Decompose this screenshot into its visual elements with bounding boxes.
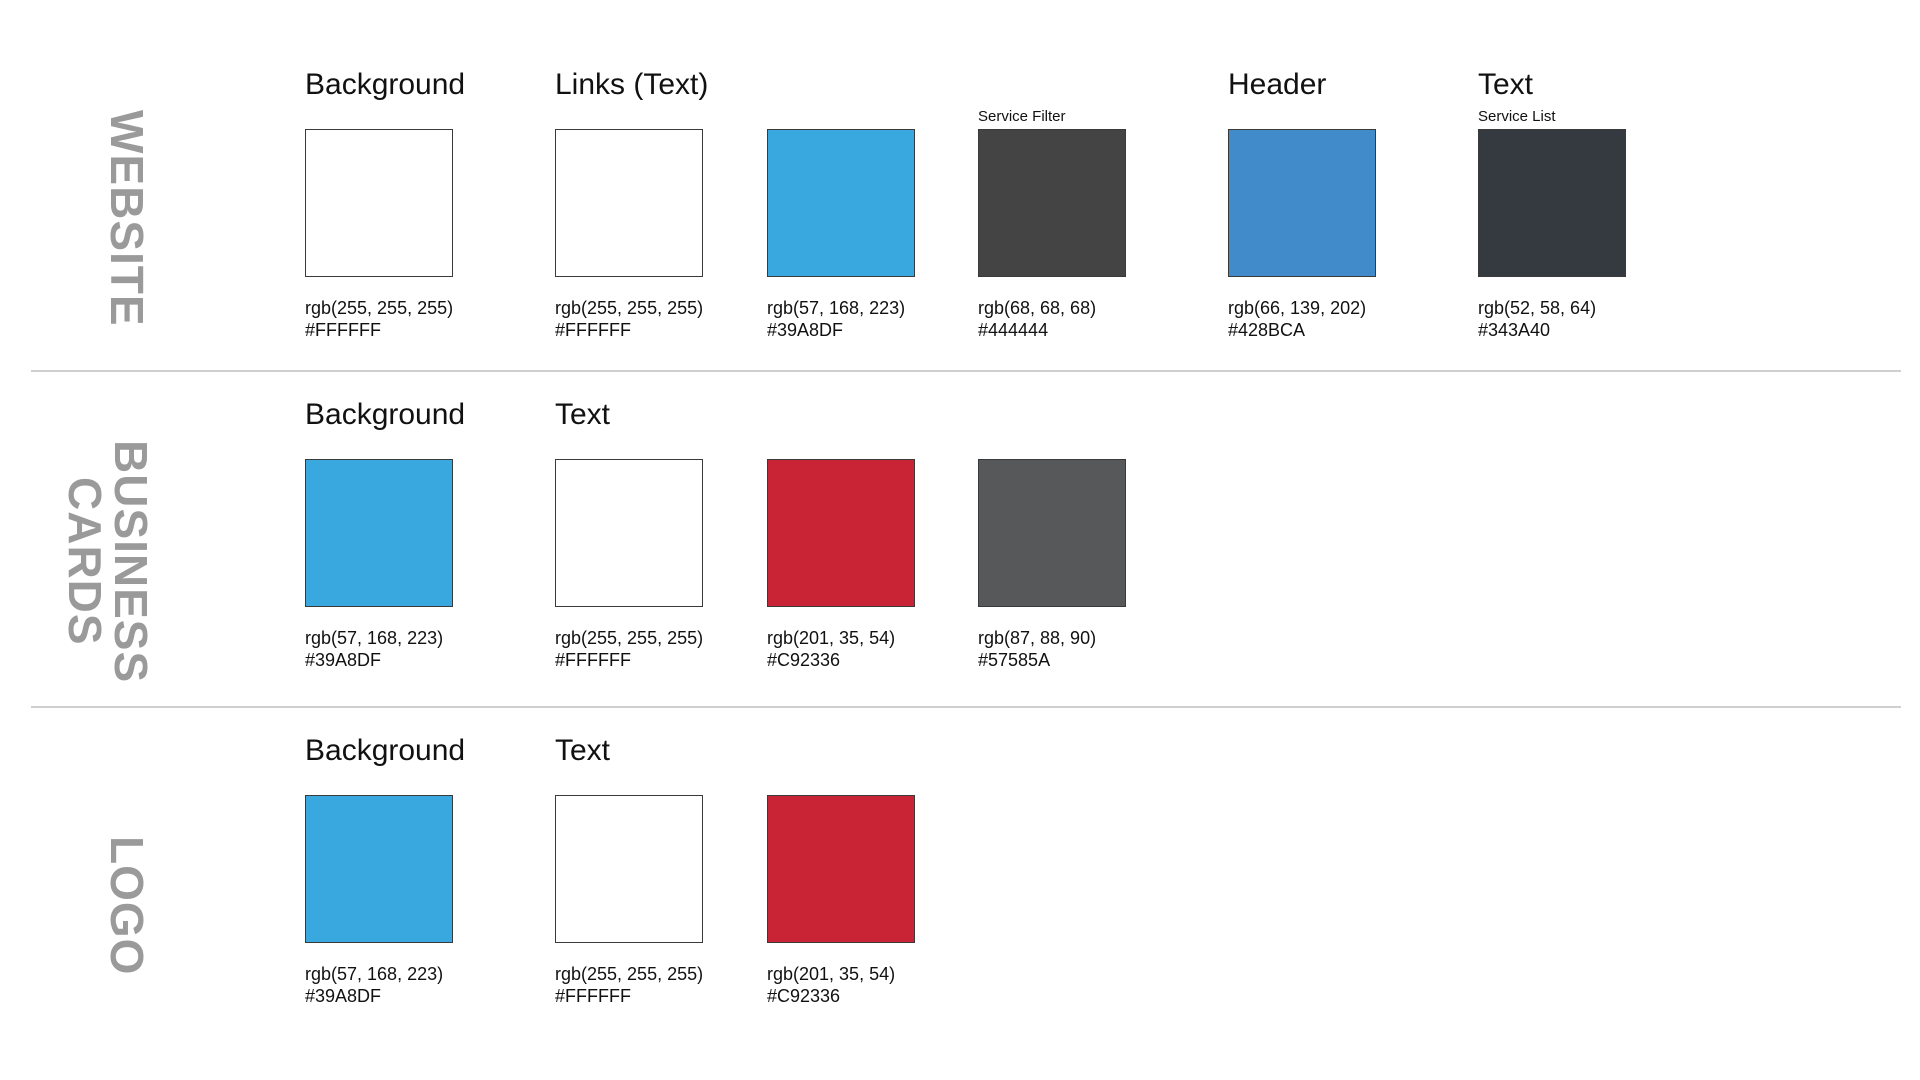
hex-value: #57585A bbox=[978, 650, 1051, 670]
color-swatch bbox=[305, 795, 453, 943]
color-swatch bbox=[1228, 129, 1376, 277]
color-codes: rgb(201, 35, 54) #C92336 bbox=[767, 627, 895, 671]
heading-background: Background bbox=[305, 68, 466, 101]
section-title-logo: LOGO bbox=[101, 836, 153, 976]
color-swatch bbox=[978, 459, 1126, 607]
color-codes: rgb(57, 168, 223) #39A8DF bbox=[767, 297, 905, 341]
heading-header: Header bbox=[1228, 68, 1327, 101]
color-swatch bbox=[555, 129, 703, 277]
hex-value: #444444 bbox=[978, 320, 1049, 340]
rgb-value: rgb(57, 168, 223) bbox=[767, 298, 906, 318]
hex-value: #C92336 bbox=[767, 650, 841, 670]
color-codes: rgb(66, 139, 202) #428BCA bbox=[1228, 297, 1366, 341]
rgb-value: rgb(68, 68, 68) bbox=[978, 298, 1097, 318]
hex-value: #428BCA bbox=[1228, 320, 1306, 340]
color-codes: rgb(87, 88, 90) #57585A bbox=[978, 627, 1096, 671]
color-swatch bbox=[767, 795, 915, 943]
heading-text: Text bbox=[555, 734, 611, 767]
subheading-service-list: Service List bbox=[1478, 108, 1556, 125]
color-codes: rgb(255, 255, 255) #FFFFFF bbox=[555, 963, 703, 1007]
color-codes: rgb(255, 255, 255) #FFFFFF bbox=[555, 297, 703, 341]
subheading-service-filter: Service Filter bbox=[978, 108, 1066, 125]
hex-value: #C92336 bbox=[767, 986, 841, 1006]
rgb-value: rgb(255, 255, 255) bbox=[555, 298, 704, 318]
rgb-value: rgb(57, 168, 223) bbox=[305, 964, 444, 984]
rgb-value: rgb(201, 35, 54) bbox=[767, 628, 896, 648]
heading-text: Text bbox=[1478, 68, 1534, 101]
color-codes: rgb(52, 58, 64) #343A40 bbox=[1478, 297, 1596, 341]
color-swatch bbox=[1478, 129, 1626, 277]
color-codes: rgb(201, 35, 54) #C92336 bbox=[767, 963, 895, 1007]
heading-text: Text bbox=[555, 398, 611, 431]
rgb-value: rgb(201, 35, 54) bbox=[767, 964, 896, 984]
color-swatch bbox=[305, 459, 453, 607]
rgb-value: rgb(255, 255, 255) bbox=[555, 964, 704, 984]
logo-section: LOGO Background Text rgb(57, 168, 223) #… bbox=[0, 708, 1920, 1080]
section-title-website: WEBSITE bbox=[101, 110, 153, 327]
rgb-value: rgb(52, 58, 64) bbox=[1478, 298, 1597, 318]
hex-value: #343A40 bbox=[1478, 320, 1551, 340]
color-codes: rgb(255, 255, 255) #FFFFFF bbox=[555, 627, 703, 671]
website-section: WEBSITE Background Links (Text) Header T… bbox=[0, 0, 1920, 372]
hex-value: #FFFFFF bbox=[555, 986, 631, 1006]
hex-value: #FFFFFF bbox=[555, 650, 631, 670]
hex-value: #FFFFFF bbox=[305, 320, 381, 340]
color-swatch bbox=[767, 459, 915, 607]
business-cards-section: BUSINESS CARDS Background Text rgb(57, 1… bbox=[0, 372, 1920, 706]
heading-links-text: Links (Text) bbox=[555, 68, 709, 101]
hex-value: #39A8DF bbox=[767, 320, 844, 340]
color-swatch bbox=[555, 795, 703, 943]
hex-value: #39A8DF bbox=[305, 650, 382, 670]
color-swatch bbox=[767, 129, 915, 277]
rgb-value: rgb(87, 88, 90) bbox=[978, 628, 1097, 648]
heading-background: Background bbox=[305, 734, 466, 767]
color-codes: rgb(68, 68, 68) #444444 bbox=[978, 297, 1096, 341]
color-codes: rgb(57, 168, 223) #39A8DF bbox=[305, 963, 443, 1007]
rgb-value: rgb(255, 255, 255) bbox=[555, 628, 704, 648]
hex-value: #FFFFFF bbox=[555, 320, 631, 340]
rgb-value: rgb(66, 139, 202) bbox=[1228, 298, 1367, 318]
rgb-value: rgb(57, 168, 223) bbox=[305, 628, 444, 648]
color-swatch bbox=[978, 129, 1126, 277]
hex-value: #39A8DF bbox=[305, 986, 382, 1006]
rgb-value: rgb(255, 255, 255) bbox=[305, 298, 454, 318]
color-swatch bbox=[555, 459, 703, 607]
color-swatch bbox=[305, 129, 453, 277]
color-codes: rgb(57, 168, 223) #39A8DF bbox=[305, 627, 443, 671]
color-codes: rgb(255, 255, 255) #FFFFFF bbox=[305, 297, 453, 341]
section-title-business-cards: BUSINESS CARDS bbox=[59, 440, 157, 684]
heading-background: Background bbox=[305, 398, 466, 431]
